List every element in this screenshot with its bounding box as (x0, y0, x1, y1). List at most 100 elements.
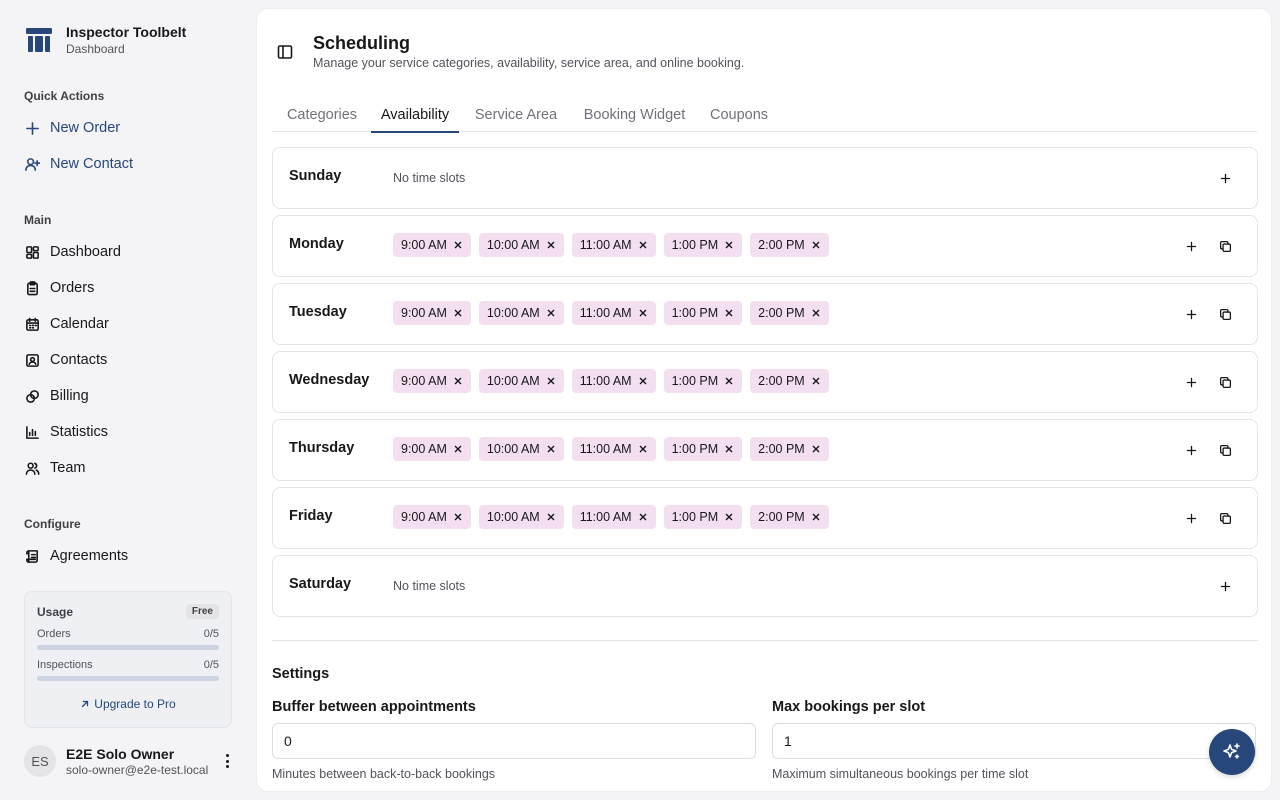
inspections-meter: Inspections 0/5 (37, 659, 219, 681)
remove-slot-icon[interactable] (638, 308, 648, 318)
remove-slot-icon[interactable] (638, 512, 648, 522)
buffer-input[interactable] (272, 723, 756, 759)
time-slot-chip: 10:00 AM (478, 301, 564, 325)
remove-slot-icon[interactable] (453, 376, 463, 386)
sidebar-item-orders[interactable]: Orders (24, 274, 232, 302)
day-row-wednesday: Wednesday 9:00 AM 10:00 AM 11:00 AM 1:00 PM 2… (272, 351, 1258, 413)
time-slot-chip: 2:00 PM (750, 437, 829, 461)
time-slot-label: 1:00 PM (671, 374, 719, 388)
configure-label: Configure (24, 517, 81, 531)
tab-booking-widget[interactable]: Booking Widget (573, 97, 696, 132)
max-bookings-input[interactable] (772, 723, 1256, 759)
add-slot-button[interactable] (1217, 578, 1233, 594)
remove-slot-icon[interactable] (724, 512, 734, 522)
upgrade-to-pro-link[interactable]: Upgrade to Pro (37, 697, 219, 711)
remove-slot-icon[interactable] (546, 240, 556, 250)
remove-slot-icon[interactable] (546, 376, 556, 386)
sidebar-item-dashboard[interactable]: Dashboard (24, 238, 232, 266)
tab-service-area[interactable]: Service Area (459, 97, 573, 132)
contact-card-icon (24, 352, 40, 368)
time-slot-label: 9:00 AM (401, 510, 447, 524)
remove-slot-icon[interactable] (811, 376, 821, 386)
remove-slot-icon[interactable] (546, 308, 556, 318)
add-slot-button[interactable] (1183, 374, 1199, 390)
add-slot-button[interactable] (1217, 170, 1233, 186)
time-slot-list: 9:00 AM 10:00 AM 11:00 AM 1:00 PM 2:00 PM (393, 301, 829, 325)
time-slot-chip: 10:00 AM (478, 437, 564, 461)
tab-coupons[interactable]: Coupons (696, 97, 782, 132)
copy-day-button[interactable] (1217, 442, 1233, 458)
no-slots-text: No time slots (393, 171, 466, 185)
add-slot-button[interactable] (1183, 238, 1199, 254)
max-bookings-label: Max bookings per slot (772, 699, 926, 715)
sidebar-item-team[interactable]: Team (24, 454, 232, 482)
add-slot-button[interactable] (1183, 510, 1199, 526)
time-slot-chip: 9:00 AM (393, 301, 471, 325)
no-slots-text: No time slots (393, 579, 466, 593)
time-slot-label: 10:00 AM (486, 238, 540, 252)
upgrade-label: Upgrade to Pro (94, 697, 176, 711)
tab-bar: Categories Availability Service Area Boo… (273, 97, 1257, 133)
new-contact-button[interactable]: New Contact (24, 150, 232, 178)
remove-slot-icon[interactable] (638, 240, 648, 250)
time-slot-chip: 11:00 AM (571, 301, 656, 325)
sidebar-item-billing[interactable]: Billing (24, 382, 232, 410)
day-row-sunday: Sunday No time slots (272, 147, 1258, 209)
sidebar-item-agreements[interactable]: Agreements (24, 542, 232, 570)
remove-slot-icon[interactable] (724, 240, 734, 250)
sidebar-item-label: Team (50, 460, 86, 476)
remove-slot-icon[interactable] (546, 512, 556, 522)
ai-assistant-button[interactable] (1209, 729, 1255, 775)
copy-day-button[interactable] (1217, 306, 1233, 322)
remove-slot-icon[interactable] (638, 376, 648, 386)
remove-slot-icon[interactable] (638, 444, 648, 454)
remove-slot-icon[interactable] (453, 240, 463, 250)
plus-icon (1185, 512, 1198, 525)
sidebar-item-calendar[interactable]: Calendar (24, 310, 232, 338)
user-menu[interactable]: ES E2E Solo Owner solo-owner@e2e-test.lo… (24, 744, 240, 778)
avatar: ES (24, 745, 56, 777)
copy-day-button[interactable] (1217, 238, 1233, 254)
remove-slot-icon[interactable] (724, 376, 734, 386)
copy-icon (1219, 444, 1232, 457)
remove-slot-icon[interactable] (811, 308, 821, 318)
sidebar-item-statistics[interactable]: Statistics (24, 418, 232, 446)
time-slot-label: 2:00 PM (758, 306, 805, 320)
remove-slot-icon[interactable] (811, 240, 821, 250)
time-slot-label: 11:00 AM (579, 374, 632, 388)
time-slot-label: 2:00 PM (758, 510, 805, 524)
brand-subtitle: Dashboard (66, 42, 125, 56)
add-slot-button[interactable] (1183, 442, 1199, 458)
remove-slot-icon[interactable] (453, 512, 463, 522)
brand[interactable]: Inspector Toolbelt Dashboard (24, 24, 186, 56)
sidebar-item-label: Agreements (50, 548, 129, 564)
time-slot-chip: 1:00 PM (663, 301, 743, 325)
remove-slot-icon[interactable] (453, 308, 463, 318)
day-name: Monday (289, 236, 344, 252)
remove-slot-icon[interactable] (724, 444, 734, 454)
time-slot-label: 9:00 AM (401, 238, 447, 252)
tab-availability[interactable]: Availability (371, 97, 459, 133)
time-slot-chip: 1:00 PM (663, 233, 743, 257)
remove-slot-icon[interactable] (724, 308, 734, 318)
tab-categories[interactable]: Categories (273, 97, 371, 132)
copy-day-button[interactable] (1217, 374, 1233, 390)
copy-icon (1219, 308, 1232, 321)
day-row-thursday: Thursday 9:00 AM 10:00 AM 11:00 AM 1:00 PM 2:… (272, 419, 1258, 481)
remove-slot-icon[interactable] (811, 512, 821, 522)
remove-slot-icon[interactable] (453, 444, 463, 454)
time-slot-chip: 9:00 AM (393, 369, 471, 393)
add-slot-button[interactable] (1183, 306, 1199, 322)
copy-day-button[interactable] (1217, 510, 1233, 526)
time-slot-chip: 10:00 AM (478, 369, 564, 393)
sidebar-item-contacts[interactable]: Contacts (24, 346, 232, 374)
sidebar-item-label: Billing (50, 388, 89, 404)
sidebar-toggle-icon[interactable] (277, 44, 293, 60)
more-options-icon[interactable] (218, 752, 236, 770)
day-name: Thursday (289, 440, 355, 456)
remove-slot-icon[interactable] (811, 444, 821, 454)
plus-icon (1185, 308, 1198, 321)
new-order-button[interactable]: New Order (24, 114, 232, 142)
sparkles-icon (1223, 743, 1240, 759)
remove-slot-icon[interactable] (546, 444, 556, 454)
